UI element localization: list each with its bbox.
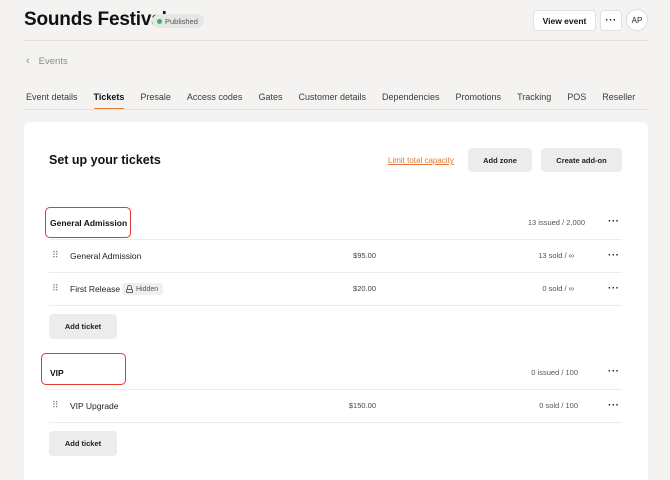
ticket-sold-count: 0 sold / 100 <box>539 401 578 410</box>
hidden-badge-label: Hidden <box>136 285 159 293</box>
limit-capacity-link[interactable]: Limit total capacity <box>388 156 454 165</box>
breadcrumb-events-link[interactable]: Events <box>39 56 68 67</box>
ticket-price: $150.00 <box>348 401 376 410</box>
row-divider <box>49 389 622 390</box>
row-divider <box>49 305 622 306</box>
more-horizontal-icon: ··· <box>605 15 617 26</box>
tickets-card <box>24 122 648 480</box>
header-divider <box>24 40 648 41</box>
ticket-price: $95.00 <box>353 251 376 260</box>
row-divider <box>49 239 622 240</box>
tab-bar: Event details Tickets Presale Access cod… <box>26 92 651 109</box>
add-zone-button[interactable]: Add zone <box>468 148 532 172</box>
row-divider <box>49 422 622 423</box>
tab-dependencies[interactable]: Dependencies <box>382 92 440 109</box>
tab-promotions[interactable]: Promotions <box>456 92 502 109</box>
tabs-divider <box>24 109 648 110</box>
tab-event-details[interactable]: Event details <box>26 92 78 109</box>
zone-name: General Admission <box>50 218 128 228</box>
avatar[interactable]: AP <box>626 9 648 31</box>
status-dot-icon <box>157 18 162 24</box>
drag-handle-icon[interactable]: ⠿ <box>52 401 59 410</box>
zone-issued-count: 0 issued / 100 <box>531 368 578 377</box>
breadcrumb[interactable]: ‹ Events <box>26 55 68 67</box>
tab-access-codes[interactable]: Access codes <box>187 92 243 109</box>
create-addon-button[interactable]: Create add-on <box>541 148 622 172</box>
section-heading: Set up your tickets <box>49 153 161 167</box>
zone-more-button[interactable]: ··· <box>608 366 620 377</box>
page-title: Sounds Festival <box>24 9 167 30</box>
row-divider <box>49 272 622 273</box>
ticket-more-button[interactable]: ··· <box>608 400 620 411</box>
ticket-name: VIP Upgrade <box>70 401 119 411</box>
tab-tracking[interactable]: Tracking <box>517 92 551 109</box>
tab-tickets[interactable]: Tickets <box>93 92 124 109</box>
ticket-more-button[interactable]: ··· <box>608 283 620 294</box>
drag-handle-icon[interactable]: ⠿ <box>52 251 59 260</box>
tab-gates[interactable]: Gates <box>258 92 282 109</box>
ticket-sold-count: 13 sold / ∞ <box>538 251 574 260</box>
zone-more-button[interactable]: ··· <box>608 216 620 227</box>
ticket-price: $20.00 <box>353 284 376 293</box>
lock-icon <box>126 285 133 293</box>
status-badge: Published <box>152 14 204 28</box>
drag-handle-icon[interactable]: ⠿ <box>52 284 59 293</box>
ticket-name: General Admission <box>70 251 142 261</box>
view-event-button[interactable]: View event <box>533 10 596 31</box>
add-ticket-button[interactable]: Add ticket <box>49 431 117 456</box>
tab-customer-details[interactable]: Customer details <box>298 92 366 109</box>
zone-name: VIP <box>50 368 64 378</box>
hidden-badge: Hidden <box>122 283 164 295</box>
header-more-button[interactable]: ··· <box>600 10 622 31</box>
ticket-name: First Release <box>70 284 121 294</box>
zone-issued-count: 13 issued / 2,000 <box>527 218 585 227</box>
status-badge-label: Published <box>165 16 198 26</box>
chevron-left-icon: ‹ <box>26 55 30 67</box>
tab-presale[interactable]: Presale <box>140 92 171 109</box>
tab-reseller[interactable]: Reseller <box>602 92 635 109</box>
tab-pos[interactable]: POS <box>567 92 586 109</box>
add-ticket-button[interactable]: Add ticket <box>49 314 117 339</box>
ticket-sold-count: 0 sold / ∞ <box>542 284 574 293</box>
ticket-more-button[interactable]: ··· <box>608 250 620 261</box>
